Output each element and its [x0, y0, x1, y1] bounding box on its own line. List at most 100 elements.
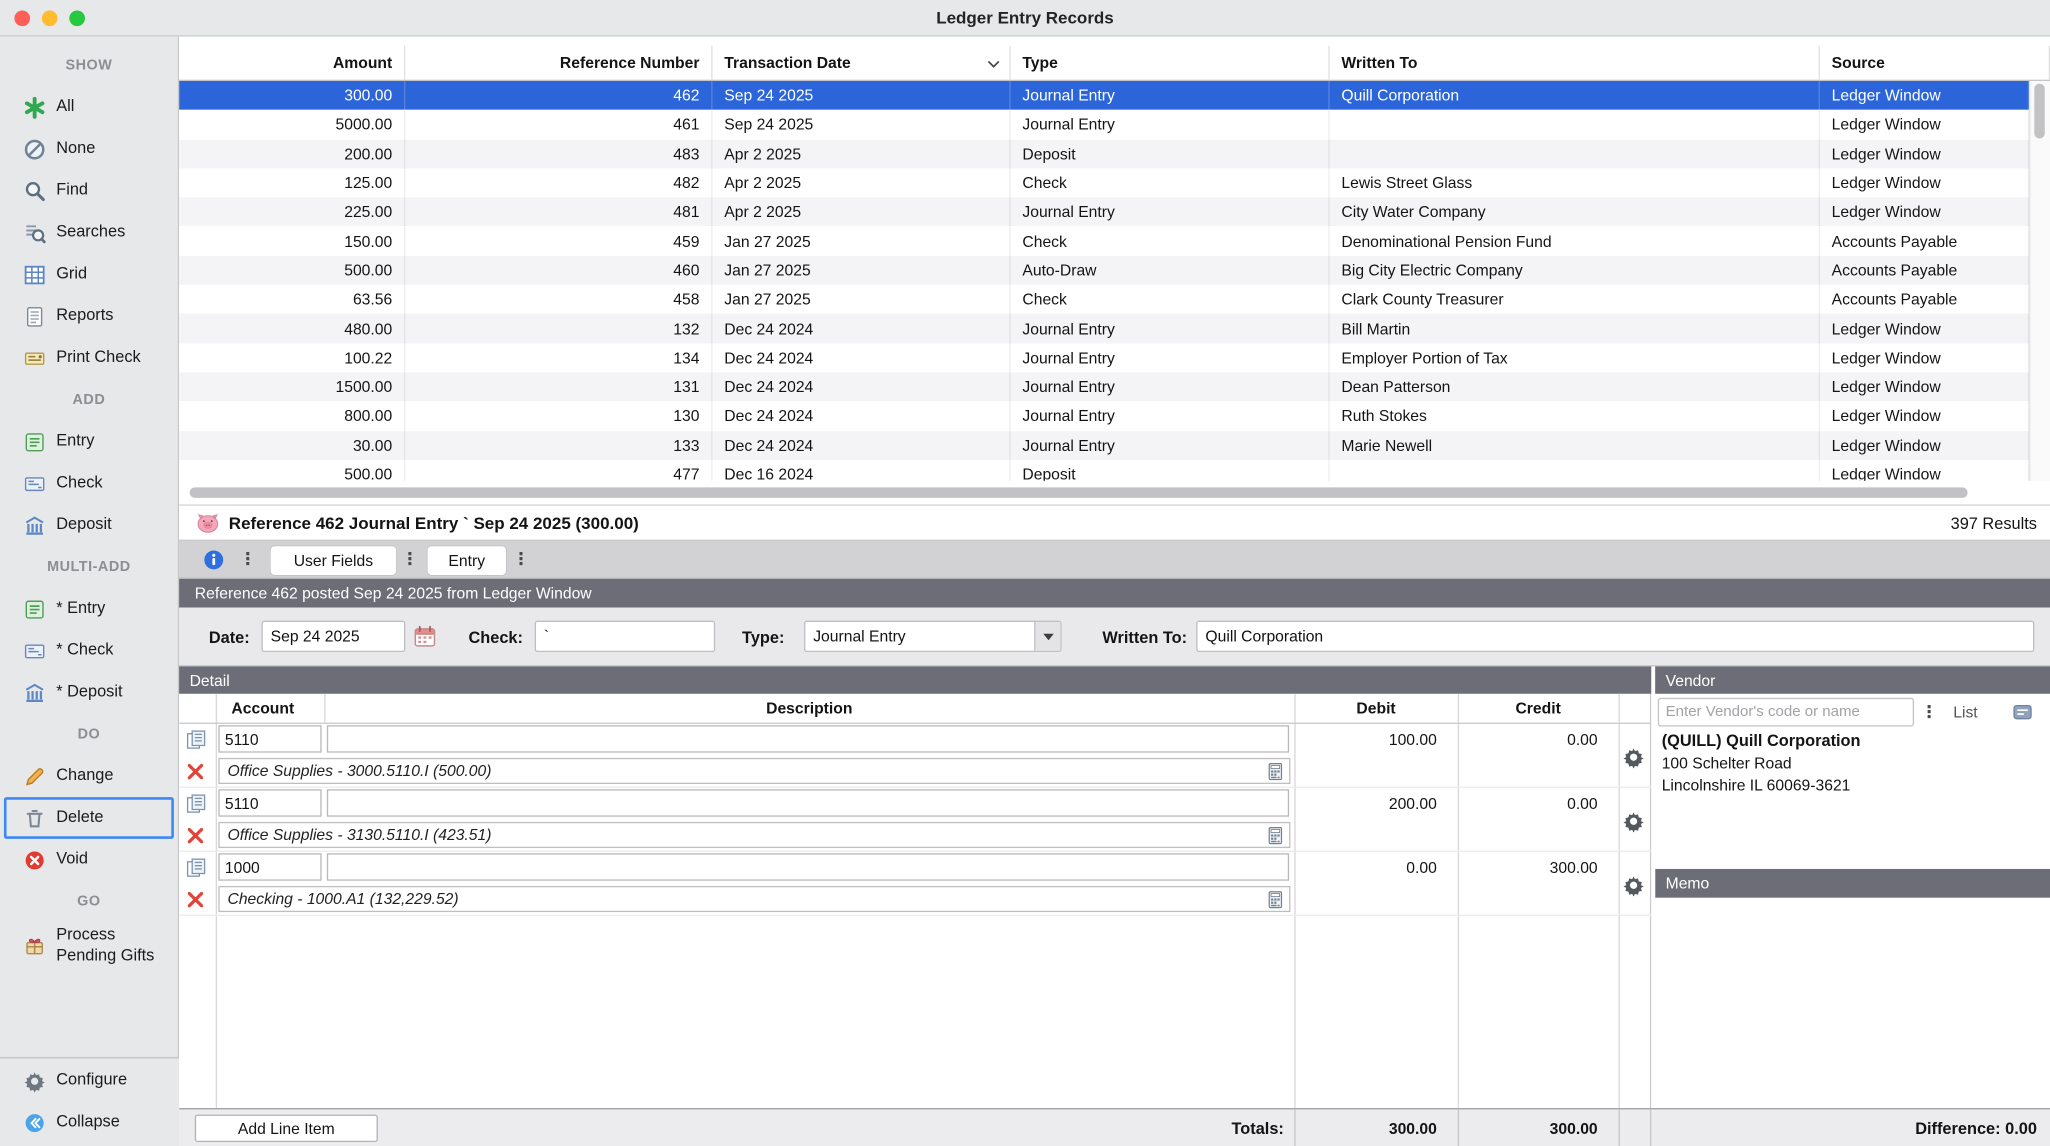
detail-grid: Account Description Debit Credit 5110100… — [179, 694, 1651, 1108]
account-input[interactable]: 5110 — [218, 789, 321, 816]
memo-section-header: Memo — [1655, 869, 2050, 898]
account-input[interactable]: 5110 — [218, 725, 321, 752]
sidebar-item-label: Process Pending Gifts — [56, 925, 171, 966]
vendor-card-icon[interactable] — [2011, 702, 2035, 723]
table-row[interactable]: 225.00481Apr 2 2025Journal EntryCity Wat… — [179, 198, 2029, 227]
sidebar-item-show-searches[interactable]: Searches — [4, 212, 174, 254]
delete-line-icon[interactable] — [186, 762, 206, 782]
detail-column-description: Description — [324, 694, 1294, 723]
table-row[interactable]: 500.00477Dec 16 2024DepositLedger Window — [179, 460, 2029, 481]
written-to-field[interactable] — [1196, 621, 2034, 652]
sidebar-item-multi-add-check[interactable]: * Check — [4, 630, 174, 672]
cell-amount: 800.00 — [179, 402, 405, 431]
close-window-button[interactable] — [14, 10, 30, 26]
horizontal-scrollbar-thumb[interactable] — [190, 487, 1968, 497]
column-header-type[interactable]: Type — [1011, 46, 1330, 80]
column-header-written-to[interactable]: Written To — [1330, 46, 1820, 80]
sidebar-item-collapse[interactable]: Collapse — [4, 1102, 175, 1144]
credit-value[interactable]: 0.00 — [1458, 723, 1608, 757]
sidebar-item-show-all[interactable]: All — [4, 86, 174, 128]
cell-date: Sep 24 2025 — [713, 110, 1011, 139]
vendor-address-line1: 100 Schelter Road — [1662, 753, 1861, 775]
sidebar-item-show-grid[interactable]: Grid — [4, 253, 174, 295]
sidebar-item-multi-add-deposit[interactable]: * Deposit — [4, 672, 174, 714]
cell-type: Journal Entry — [1011, 81, 1330, 110]
line-gear-icon[interactable] — [1622, 874, 1644, 896]
table-row[interactable]: 300.00462Sep 24 2025Journal EntryQuill C… — [179, 81, 2029, 110]
sidebar-item-show-find[interactable]: Find — [4, 170, 174, 212]
cell-type: Journal Entry — [1011, 198, 1330, 227]
totals-debit: 300.00 — [1294, 1109, 1447, 1146]
line-gear-icon[interactable] — [1622, 810, 1644, 832]
add-line-item-button[interactable]: Add Line Item — [195, 1115, 378, 1142]
type-dropdown[interactable]: Journal Entry — [804, 621, 1062, 652]
table-row[interactable]: 480.00132Dec 24 2024Journal EntryBill Ma… — [179, 314, 2029, 343]
sidebar-item-show-reports[interactable]: Reports — [4, 295, 174, 337]
sidebar-item-configure[interactable]: Configure — [4, 1060, 175, 1102]
zoom-window-button[interactable] — [69, 10, 85, 26]
user-fields-menu-icon[interactable]: ⋮ — [401, 541, 418, 579]
delete-line-icon[interactable] — [186, 890, 206, 910]
sidebar-item-go-process-pending-gifts[interactable]: Process Pending Gifts — [4, 923, 174, 969]
cell-source: Ledger Window — [1820, 198, 2029, 227]
date-field[interactable] — [261, 621, 405, 652]
cell-written-to — [1330, 460, 1820, 481]
vendor-search-input[interactable] — [1658, 698, 1914, 727]
table-row[interactable]: 800.00130Dec 24 2024Journal EntryRuth St… — [179, 402, 2029, 431]
column-header-transaction-date[interactable]: Transaction Date — [713, 46, 1011, 80]
table-row[interactable]: 1500.00131Dec 24 2024Journal EntryDean P… — [179, 372, 2029, 401]
calculator-icon[interactable] — [1266, 826, 1286, 846]
sidebar: SHOWAllNoneFindSearchesGridReportsPrint … — [0, 37, 179, 1146]
table-row[interactable]: 200.00483Apr 2 2025DepositLedger Window — [179, 139, 2029, 168]
line-gear-icon[interactable] — [1622, 746, 1644, 768]
column-header-reference-number[interactable]: Reference Number — [405, 46, 712, 80]
horizontal-scrollbar[interactable] — [179, 481, 2050, 505]
sidebar-item-show-none[interactable]: None — [4, 128, 174, 170]
sidebar-item-multi-add-entry[interactable]: * Entry — [4, 588, 174, 630]
table-row[interactable]: 63.56458Jan 27 2025CheckClark County Tre… — [179, 285, 2029, 314]
table-row[interactable]: 30.00133Dec 24 2024Journal EntryMarie Ne… — [179, 431, 2029, 460]
table-row[interactable]: 500.00460Jan 27 2025Auto-DrawBig City El… — [179, 256, 2029, 285]
debit-value[interactable]: 0.00 — [1294, 851, 1447, 885]
sidebar-item-add-entry[interactable]: Entry — [4, 421, 174, 463]
calculator-icon[interactable] — [1266, 890, 1286, 910]
description-input[interactable] — [327, 725, 1289, 752]
tab-entry[interactable]: Entry — [428, 546, 506, 575]
cell-ref: 462 — [405, 81, 712, 110]
info-menu-icon[interactable]: ⋮ — [239, 541, 256, 579]
description-input[interactable] — [327, 853, 1289, 880]
tab-user-fields[interactable]: User Fields — [271, 546, 397, 575]
sidebar-item-show-print-check[interactable]: Print Check — [4, 337, 174, 379]
sidebar-item-add-check[interactable]: Check — [4, 463, 174, 505]
minimize-window-button[interactable] — [42, 10, 58, 26]
calculator-icon[interactable] — [1266, 762, 1286, 782]
table-row[interactable]: 150.00459Jan 27 2025CheckDenominational … — [179, 227, 2029, 256]
table-row[interactable]: 125.00482Apr 2 2025CheckLewis Street Gla… — [179, 168, 2029, 197]
credit-value[interactable]: 300.00 — [1458, 851, 1608, 885]
credit-value[interactable]: 0.00 — [1458, 787, 1608, 821]
table-row[interactable]: 5000.00461Sep 24 2025Journal EntryLedger… — [179, 110, 2029, 139]
sort-descending-icon — [987, 60, 1000, 68]
cell-amount: 5000.00 — [179, 110, 405, 139]
debit-value[interactable]: 100.00 — [1294, 723, 1447, 757]
delete-line-icon[interactable] — [186, 826, 206, 846]
description-input[interactable] — [327, 789, 1289, 816]
sidebar-item-do-change[interactable]: Change — [4, 755, 174, 797]
column-header-source[interactable]: Source — [1820, 46, 2050, 80]
vertical-scrollbar-thumb[interactable] — [2034, 84, 2044, 139]
sidebar-item-do-void[interactable]: Void — [4, 839, 174, 881]
vendor-menu-icon[interactable]: ⋮ — [1921, 694, 1938, 731]
tab-label: User Fields — [294, 551, 373, 569]
column-header-amount[interactable]: Amount — [179, 46, 405, 80]
vertical-scrollbar[interactable] — [2029, 81, 2050, 481]
info-icon[interactable] — [203, 549, 225, 571]
written-to-label: Written To: — [1042, 608, 1187, 667]
sidebar-item-add-deposit[interactable]: Deposit — [4, 504, 174, 546]
account-input[interactable]: 1000 — [218, 853, 321, 880]
debit-value[interactable]: 200.00 — [1294, 787, 1447, 821]
sidebar-item-do-delete[interactable]: Delete — [4, 797, 174, 839]
vendor-list-link[interactable]: List — [1953, 694, 1977, 731]
entry-menu-icon[interactable]: ⋮ — [513, 541, 530, 579]
table-row[interactable]: 100.22134Dec 24 2024Journal EntryEmploye… — [179, 343, 2029, 372]
totals-label: Totals: — [1131, 1109, 1284, 1146]
